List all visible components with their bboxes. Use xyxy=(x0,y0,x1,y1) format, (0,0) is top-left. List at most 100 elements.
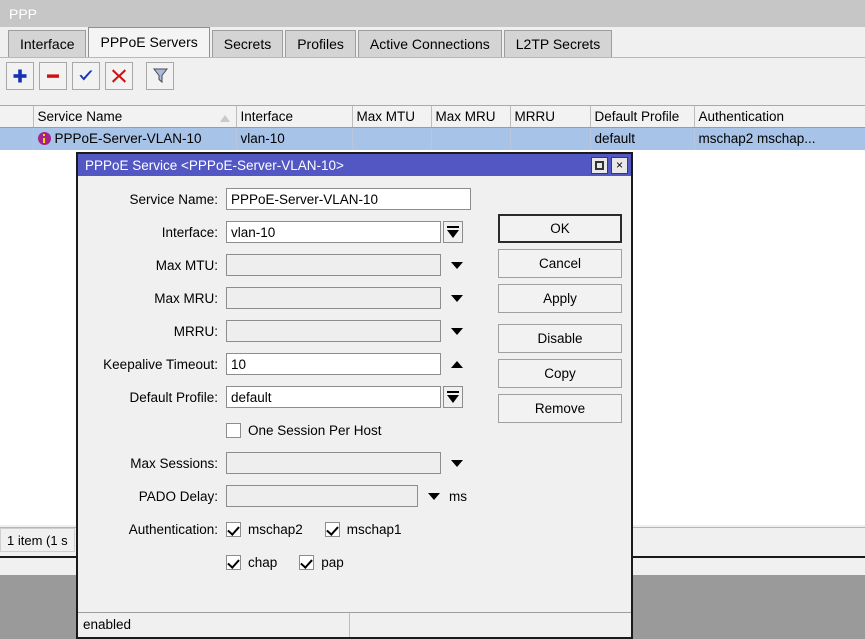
disable-button[interactable] xyxy=(105,62,133,90)
field-default-profile: Default Profile: xyxy=(78,386,478,408)
tab-pppoe-servers[interactable]: PPPoE Servers xyxy=(88,27,209,57)
pppoe-service-dialog: PPPoE Service <PPPoE-Server-VLAN-10> × S… xyxy=(76,152,633,639)
default-profile-dropdown-button[interactable] xyxy=(443,386,463,408)
field-max-mru: Max MRU: xyxy=(78,287,478,309)
cell-mrru[interactable] xyxy=(510,128,590,150)
mrru-dropdown-icon[interactable] xyxy=(451,328,463,335)
cancel-button[interactable]: Cancel xyxy=(498,249,622,278)
tab-profiles[interactable]: Profiles xyxy=(285,30,356,57)
max-mtu-input[interactable] xyxy=(226,254,441,276)
cell-max-mru[interactable] xyxy=(431,128,510,150)
column-header-max-mtu[interactable]: Max MTU xyxy=(352,106,431,128)
field-interface: Interface: xyxy=(78,221,478,243)
column-header-authentication[interactable]: Authentication xyxy=(694,106,865,128)
column-header-interface[interactable]: Interface xyxy=(236,106,352,128)
maximize-icon xyxy=(595,161,604,170)
dialog-form: Service Name: Interface: Max MTU: Max MR… xyxy=(78,188,478,584)
apply-button[interactable]: Apply xyxy=(498,284,622,313)
remove-button[interactable] xyxy=(39,62,67,90)
tab-active-connections[interactable]: Active Connections xyxy=(358,30,502,57)
remove-button[interactable]: Remove xyxy=(498,394,622,423)
label-auth-mschap1: mschap1 xyxy=(347,522,402,537)
label-auth-chap: chap xyxy=(248,555,277,570)
label-mrru: MRRU: xyxy=(78,324,226,339)
pado-delay-dropdown-icon[interactable] xyxy=(428,493,440,500)
cell-max-mtu[interactable] xyxy=(352,128,431,150)
max-mru-dropdown-icon[interactable] xyxy=(451,295,463,302)
default-profile-input[interactable] xyxy=(226,386,441,408)
dialog-body: Service Name: Interface: Max MTU: Max MR… xyxy=(78,176,631,616)
tab-interface[interactable]: Interface xyxy=(8,30,86,57)
label-max-sessions: Max Sessions: xyxy=(78,456,226,471)
tab-l2tp-secrets[interactable]: L2TP Secrets xyxy=(504,30,613,57)
add-button[interactable] xyxy=(6,62,34,90)
table-row[interactable]: PPPoE-Server-VLAN-10 vlan-10 default msc… xyxy=(0,128,865,150)
keepalive-timeout-stepper-icon[interactable] xyxy=(451,361,463,368)
copy-button[interactable]: Copy xyxy=(498,359,622,388)
interface-dropdown-button[interactable] xyxy=(443,221,463,243)
field-service-name: Service Name: xyxy=(78,188,478,210)
chevron-down-icon xyxy=(447,226,459,239)
max-sessions-dropdown-icon[interactable] xyxy=(451,460,463,467)
servers-table: Service Name Interface Max MTU Max MRU M… xyxy=(0,106,865,150)
info-icon xyxy=(38,132,51,145)
max-sessions-input[interactable] xyxy=(226,452,441,474)
auth-mschap1-checkbox[interactable] xyxy=(325,522,340,537)
service-name-text: PPPoE-Server-VLAN-10 xyxy=(55,131,202,146)
column-header-default-profile[interactable]: Default Profile xyxy=(590,106,694,128)
maximize-button[interactable] xyxy=(591,157,608,174)
field-pado-delay: PADO Delay: ms xyxy=(78,485,478,507)
label-pado-delay: PADO Delay: xyxy=(78,489,226,504)
label-service-name: Service Name: xyxy=(78,192,226,207)
minus-icon xyxy=(45,68,61,84)
field-keepalive-timeout: Keepalive Timeout: xyxy=(78,353,478,375)
label-auth-pap: pap xyxy=(321,555,344,570)
dialog-status-left: enabled xyxy=(78,613,350,637)
ok-button[interactable]: OK xyxy=(498,214,622,243)
cell-authentication[interactable]: mschap2 mschap... xyxy=(694,128,865,150)
field-max-sessions: Max Sessions: xyxy=(78,452,478,474)
close-button[interactable]: × xyxy=(611,157,628,174)
enable-button[interactable] xyxy=(72,62,100,90)
auth-chap-checkbox[interactable] xyxy=(226,555,241,570)
one-session-per-host-checkbox[interactable] xyxy=(226,423,241,438)
cell-default-profile[interactable]: default xyxy=(590,128,694,150)
pado-delay-input[interactable] xyxy=(226,485,418,507)
column-header-max-mru[interactable]: Max MRU xyxy=(431,106,510,128)
dialog-title: PPPoE Service <PPPoE-Server-VLAN-10> xyxy=(85,158,588,173)
disable-button[interactable]: Disable xyxy=(498,324,622,353)
auth-mschap2-checkbox[interactable] xyxy=(226,522,241,537)
field-one-session-per-host: One Session Per Host xyxy=(78,419,478,441)
interface-input[interactable] xyxy=(226,221,441,243)
window-title: PPP xyxy=(9,6,37,22)
table-header-row: Service Name Interface Max MTU Max MRU M… xyxy=(0,106,865,128)
cell-interface[interactable]: vlan-10 xyxy=(236,128,352,150)
pado-delay-unit-label: ms xyxy=(449,489,467,504)
max-mru-input[interactable] xyxy=(226,287,441,309)
cell-service-name[interactable]: PPPoE-Server-VLAN-10 xyxy=(33,128,236,150)
filter-button[interactable] xyxy=(146,62,174,90)
keepalive-timeout-input[interactable] xyxy=(226,353,441,375)
column-header-flags[interactable] xyxy=(0,106,33,128)
dialog-titlebar: PPPoE Service <PPPoE-Server-VLAN-10> × xyxy=(78,154,631,176)
tab-strip: Interface PPPoE Servers Secrets Profiles… xyxy=(0,27,865,57)
column-header-mrru[interactable]: MRRU xyxy=(510,106,590,128)
auth-pap-checkbox[interactable] xyxy=(299,555,314,570)
item-count-label: 1 item (1 s xyxy=(0,528,75,552)
max-mtu-dropdown-icon[interactable] xyxy=(451,262,463,269)
mrru-input[interactable] xyxy=(226,320,441,342)
dialog-button-column: OK Cancel Apply Disable Copy Remove xyxy=(498,214,624,429)
funnel-icon xyxy=(152,67,169,84)
label-max-mtu: Max MTU: xyxy=(78,258,226,273)
close-icon: × xyxy=(616,159,623,171)
column-header-service-name[interactable]: Service Name xyxy=(33,106,236,128)
label-auth-mschap2: mschap2 xyxy=(248,522,303,537)
cross-icon xyxy=(111,68,127,84)
tab-secrets[interactable]: Secrets xyxy=(212,30,283,57)
chevron-down-icon xyxy=(447,391,459,404)
toolbar xyxy=(0,57,865,93)
field-authentication-row2: chap pap xyxy=(78,551,478,573)
row-flag-cell xyxy=(0,128,33,150)
service-name-input[interactable] xyxy=(226,188,471,210)
field-mrru: MRRU: xyxy=(78,320,478,342)
